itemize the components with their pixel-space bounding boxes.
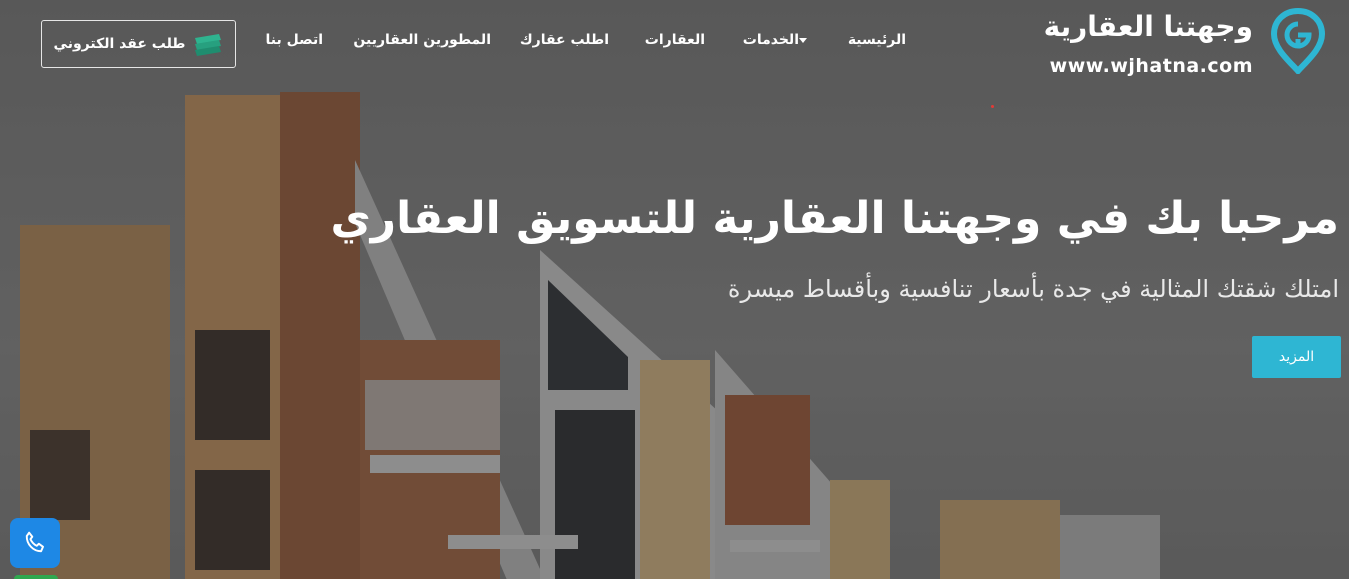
nav-item-properties[interactable]: العقارات <box>645 32 705 48</box>
decorative-dot <box>991 105 994 108</box>
layers-icon <box>195 34 222 56</box>
logo-title: وجهتنا العقارية <box>1043 10 1253 43</box>
e-contract-request-button[interactable]: طلب عقد الكتروني <box>41 20 236 68</box>
nav-item-home[interactable]: الرئيسية <box>848 32 906 48</box>
nav-item-services[interactable]: الخدمات <box>743 32 815 48</box>
site-logo[interactable]: وجهتنا العقارية www.wjhatna.com <box>1025 6 1325 82</box>
e-contract-request-label: طلب عقد الكتروني <box>53 36 186 52</box>
nav-item-request-property[interactable]: اطلب عقارك <box>520 32 609 48</box>
nav-item-developers[interactable]: المطورين العقاريين <box>353 32 491 48</box>
hero-title: مرحبا بك في وجهتنا العقارية للتسويق العق… <box>330 193 1339 244</box>
whatsapp-button-peek[interactable] <box>14 575 58 579</box>
location-pin-logo-icon <box>1271 8 1325 74</box>
hero-subtitle: امتلك شقتك المثالية في جدة بأسعار تنافسي… <box>727 275 1339 303</box>
chevron-down-icon <box>799 37 807 43</box>
logo-url: www.wjhatna.com <box>1049 55 1253 77</box>
phone-call-button[interactable] <box>10 518 60 568</box>
phone-icon <box>25 531 44 553</box>
nav-item-contact[interactable]: اتصل بنا <box>266 32 323 48</box>
nav-item-services-label: الخدمات <box>742 32 799 48</box>
more-button[interactable]: المزيد <box>1252 336 1341 378</box>
